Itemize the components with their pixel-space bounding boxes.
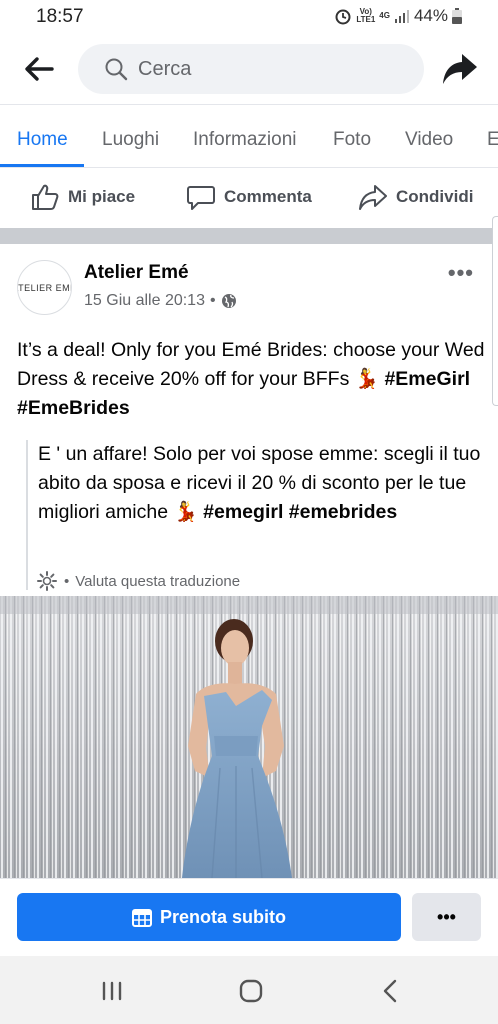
translation-rating-row: • Valuta questa traduzione: [36, 570, 240, 592]
post-meta: 15 Giu alle 20:13 •: [84, 292, 237, 310]
top-bar: Cerca: [0, 40, 498, 98]
tab-info[interactable]: Informazioni: [193, 129, 297, 151]
search-placeholder: Cerca: [138, 58, 192, 80]
post-card: ATELIER EMÉ Atelier Emé 15 Giu alle 20:1…: [0, 244, 498, 878]
translate-bullet: •: [64, 572, 70, 590]
network-label-bottom: LTE1: [356, 15, 376, 24]
avatar[interactable]: ATELIER EMÉ: [17, 260, 72, 315]
alarm-icon: [335, 9, 351, 25]
translation-block: E ' un affare! Solo per voi spose emme: …: [26, 440, 496, 592]
share-label: Condividi: [396, 187, 474, 206]
recent-apps-icon[interactable]: [97, 976, 127, 1006]
comment-button[interactable]: Commenta: [186, 182, 312, 212]
globe-icon: [221, 294, 236, 308]
active-tab-indicator: [0, 164, 84, 167]
post-author[interactable]: Atelier Emé: [84, 262, 189, 284]
status-bar: 18:57 Vo) LTE1 4G 44%: [0, 0, 498, 34]
like-button[interactable]: Mi piace: [30, 182, 135, 212]
page-tabs: Home Luoghi Informazioni Foto Video E: [0, 104, 498, 168]
network-label: Vo) LTE1: [356, 8, 375, 24]
share-page-button[interactable]: [442, 52, 478, 86]
meta-separator: •: [209, 292, 216, 309]
back-button[interactable]: [22, 54, 56, 84]
cta-bar: Prenota subito •••: [0, 878, 498, 956]
gear-icon: [37, 571, 57, 591]
network-type: 4G: [379, 11, 390, 20]
search-input[interactable]: Cerca: [78, 44, 424, 94]
tab-videos[interactable]: Video: [405, 129, 453, 151]
more-options-button[interactable]: •••: [412, 893, 481, 941]
status-time: 18:57: [36, 6, 84, 27]
translation-text: E ' un affare! Solo per voi spose emme: …: [38, 440, 496, 527]
scroll-indicator: [492, 216, 498, 406]
comment-label: Commenta: [224, 187, 312, 206]
book-now-label: Prenota subito: [159, 906, 286, 927]
calendar-icon: [131, 909, 152, 927]
tab-events[interactable]: E: [487, 129, 498, 151]
tab-places[interactable]: Luoghi: [102, 129, 159, 151]
post-text: It’s a deal! Only for you Emé Brides: ch…: [17, 336, 487, 423]
post-image[interactable]: [0, 596, 498, 878]
system-nav-bar: [0, 956, 498, 1024]
book-now-button[interactable]: Prenota subito: [17, 893, 401, 941]
back-arrow-icon: [25, 57, 54, 81]
thumbs-up-icon: [32, 184, 59, 210]
post-options-button[interactable]: •••: [448, 260, 474, 286]
battery-level: 44%: [413, 6, 448, 25]
share-button[interactable]: Condividi: [358, 182, 473, 212]
back-icon[interactable]: [376, 976, 406, 1006]
comment-bubble-icon: [187, 186, 215, 210]
share-arrow-icon: [443, 54, 477, 84]
model-photo: [0, 596, 498, 878]
home-icon[interactable]: [236, 976, 266, 1006]
section-divider: [0, 228, 498, 244]
status-indicators: Vo) LTE1 4G 44%: [334, 6, 462, 26]
translation-hashtags[interactable]: #emegirl #emebrides: [203, 501, 397, 523]
search-icon: [105, 58, 128, 81]
post-date[interactable]: 15 Giu alle 20:13: [84, 292, 205, 310]
rate-translation-link[interactable]: Valuta questa traduzione: [75, 573, 240, 590]
tab-home[interactable]: Home: [17, 129, 68, 151]
tab-photos[interactable]: Foto: [333, 129, 371, 151]
signal-icon: [394, 10, 409, 23]
battery-icon: [452, 8, 462, 24]
share-icon: [359, 185, 387, 210]
like-label: Mi piace: [68, 187, 136, 206]
page-actions: Mi piace Commenta Condividi: [0, 168, 498, 226]
